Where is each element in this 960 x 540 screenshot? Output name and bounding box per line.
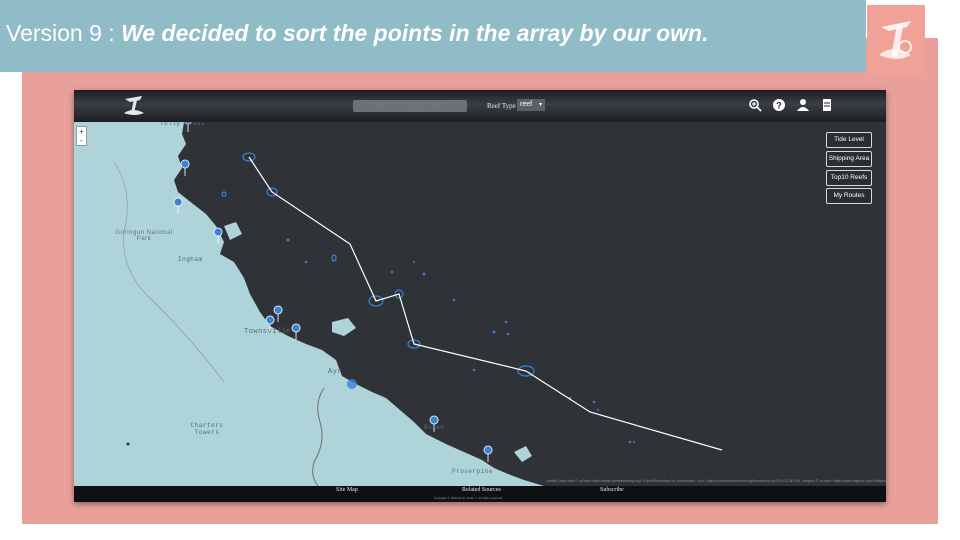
bookmark-icon[interactable] xyxy=(820,98,834,112)
slide-logo xyxy=(867,5,925,75)
slide-title-bar: Version 9 : We decided to sort the point… xyxy=(0,0,866,72)
app-screenshot: Tully Heads Girringun National Park Ingh… xyxy=(74,90,886,502)
user-icon[interactable] xyxy=(796,98,810,112)
title-emphasis: We decided to sort the points in the arr… xyxy=(121,20,709,46)
map-attribution: Leaflet | Map data © <a href='https://ww… xyxy=(546,477,886,485)
zoom-out-button[interactable]: - xyxy=(77,136,86,145)
reef-type-select[interactable]: reef ▾ xyxy=(517,99,545,111)
place-label-townsville: Townsville xyxy=(244,328,292,336)
place-label-bowen: Bowen xyxy=(424,424,445,431)
help-icon[interactable]: ? xyxy=(772,98,786,112)
related-sources-link[interactable]: Related Sources xyxy=(462,487,501,493)
map-view[interactable]: Tully Heads Girringun National Park Ingh… xyxy=(74,115,886,487)
zoom-in-button[interactable]: + xyxy=(77,127,86,136)
navbar-icons: ? xyxy=(748,98,834,112)
reef-search-input[interactable] xyxy=(353,100,467,112)
reef-type-label: Reef Type xyxy=(487,102,516,110)
shipping-area-button[interactable]: Shipping Area xyxy=(826,151,872,167)
my-routes-button[interactable]: My Routes xyxy=(826,188,872,204)
zoom-control: + - xyxy=(76,126,87,146)
place-label-proserpine: Proserpine xyxy=(452,468,494,475)
subscribe-link[interactable]: Subscribe xyxy=(600,487,624,493)
site-map-link[interactable]: Site Map xyxy=(336,487,358,493)
top10-reefs-button[interactable]: Top10 Reefs xyxy=(826,170,872,186)
title-prefix: Version 9 : xyxy=(6,20,122,46)
zoom-in-icon[interactable] xyxy=(748,98,762,112)
app-logo[interactable] xyxy=(120,93,148,119)
place-label-ayr: Ayr xyxy=(328,368,343,376)
place-label-girringun: Girringun National Park xyxy=(115,230,173,242)
reef-type-value: reef xyxy=(520,101,533,108)
slide-title: Version 9 : We decided to sort the point… xyxy=(6,20,709,47)
place-label-charters-towers: Charters Towers xyxy=(190,422,224,436)
place-label-ingham: Ingham xyxy=(178,256,203,263)
page-footer: Site Map Related Sources Subscribe Copyr… xyxy=(74,486,886,502)
top-navbar: Reef Type reef ▾ ? xyxy=(74,90,886,122)
svg-text:?: ? xyxy=(776,101,782,111)
tide-level-button[interactable]: Tide Level xyxy=(826,132,872,148)
chevron-down-icon: ▾ xyxy=(538,102,542,108)
copyright-text: Copyright © 2020 Dr.Gu Team 7. All right… xyxy=(434,496,504,500)
